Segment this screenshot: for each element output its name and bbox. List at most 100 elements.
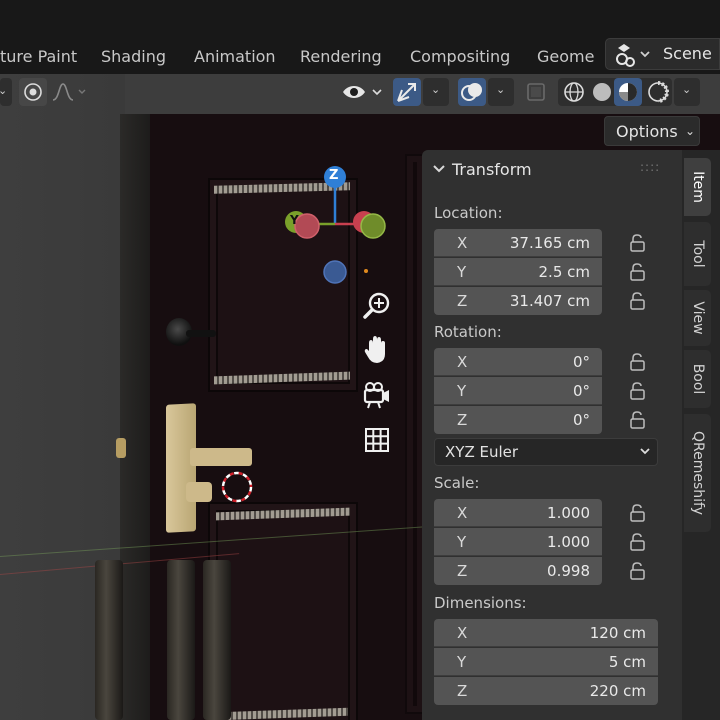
lock-icon[interactable] xyxy=(627,291,649,311)
tab-view[interactable]: View xyxy=(684,290,711,346)
scale-x-field[interactable]: X 1.000 xyxy=(434,499,602,527)
drag-handle-icon[interactable]: :::: xyxy=(640,160,660,174)
location-y-field[interactable]: Y 2.5 cm xyxy=(434,258,602,286)
tab-bool[interactable]: Bool xyxy=(684,350,711,408)
field-value: 0.998 xyxy=(547,562,590,580)
scale-y-field[interactable]: Y 1.000 xyxy=(434,528,602,556)
axis-label: Y xyxy=(457,382,467,400)
material-shading-button[interactable] xyxy=(614,78,642,106)
axis-label: Z xyxy=(457,411,468,429)
lock-icon[interactable] xyxy=(627,561,649,581)
rotation-label: Rotation: xyxy=(434,323,502,341)
rendered-shading-icon[interactable] xyxy=(644,78,672,106)
lock-icon[interactable] xyxy=(627,503,649,523)
zoom-button[interactable] xyxy=(360,288,394,322)
location-label: Location: xyxy=(434,204,503,222)
overlays-dropdown[interactable]: ⌄ xyxy=(488,78,514,106)
latch-bolt xyxy=(190,448,252,466)
field-value: 1.000 xyxy=(547,504,590,522)
transform-panel: Transform :::: Location: X 37.165 cm Y 2… xyxy=(422,150,682,720)
field-value: 0° xyxy=(572,353,590,371)
rotation-mode-select[interactable]: XYZ Euler xyxy=(434,438,658,466)
scene-name[interactable]: Scene xyxy=(663,44,712,63)
location-z-field[interactable]: Z 31.407 cm xyxy=(434,287,602,315)
chevron-down-icon: ⌄ xyxy=(431,83,441,96)
workspace-tab-rendering[interactable]: Rendering xyxy=(300,46,382,68)
lock-icon[interactable] xyxy=(627,381,649,401)
shading-dropdown[interactable]: ⌄ xyxy=(674,78,700,106)
location-x-field[interactable]: X 37.165 cm xyxy=(434,229,602,257)
ortho-toggle-button[interactable] xyxy=(360,423,394,457)
field-value: 0° xyxy=(572,382,590,400)
lock-icon[interactable] xyxy=(627,352,649,372)
gizmo-dropdown[interactable]: ⌄ xyxy=(423,78,449,106)
tab-item[interactable]: Item xyxy=(684,158,711,216)
workspace-tab-compositing[interactable]: Compositing xyxy=(410,46,510,68)
tab-label: Tool xyxy=(689,240,706,268)
visibility-dropdown[interactable] xyxy=(340,78,386,106)
rotation-mode-value: XYZ Euler xyxy=(445,443,519,461)
lock-icon[interactable] xyxy=(627,262,649,282)
rotation-x-field[interactable]: X 0° xyxy=(434,348,602,376)
tab-qremeshify[interactable]: QRemeshify xyxy=(684,414,711,532)
sidebar-tabs: Item Tool View Bool QRemeshify xyxy=(682,150,720,720)
latch-bolt-lower xyxy=(186,482,212,502)
scene-type-button[interactable] xyxy=(610,42,654,68)
header-dropdown-left[interactable]: ⌄ xyxy=(0,78,12,106)
chevron-down-icon: ⌄ xyxy=(496,83,506,96)
axis-label: X xyxy=(457,353,468,371)
collapse-arrow-icon[interactable] xyxy=(432,162,446,180)
camera-view-button[interactable] xyxy=(360,378,394,412)
solid-shading-icon[interactable] xyxy=(588,78,616,106)
scene-icon xyxy=(616,44,650,67)
overlays-toggle-button[interactable] xyxy=(458,78,486,106)
dimensions-z-field[interactable]: Z 220 cm xyxy=(434,677,658,705)
rotation-z-field[interactable]: Z 0° xyxy=(434,406,602,434)
axis-label: Y xyxy=(457,533,467,551)
pan-button[interactable] xyxy=(360,333,394,367)
3d-cursor-icon[interactable] xyxy=(220,470,254,504)
rotation-y-field[interactable]: Y 0° xyxy=(434,377,602,405)
dimensions-y-field[interactable]: Y 5 cm xyxy=(434,648,658,676)
gizmo-z-label: Z xyxy=(329,168,339,183)
chevron-down-icon xyxy=(639,445,651,460)
navigation-gizmo[interactable]: Z Y xyxy=(280,160,390,290)
camera-icon xyxy=(363,382,389,409)
axis-label: X xyxy=(457,504,468,522)
options-dropdown[interactable]: Options ⌄ xyxy=(604,116,700,146)
axis-label: Y xyxy=(457,263,467,281)
proportional-edit-button[interactable] xyxy=(19,78,47,106)
axis-label: X xyxy=(457,624,468,642)
panel-title: Transform xyxy=(452,160,532,179)
hand-icon xyxy=(364,336,385,363)
xray-toggle-button[interactable] xyxy=(522,78,550,106)
handle-rail-right xyxy=(203,560,231,720)
chevron-down-icon: ⌄ xyxy=(682,83,692,96)
gizmo-toggle-button[interactable] xyxy=(393,78,421,106)
field-value: 37.165 cm xyxy=(509,234,590,252)
latch-plate xyxy=(166,403,196,533)
scene-selector[interactable]: Scene xyxy=(605,38,720,70)
workspace-tab-texture-paint[interactable]: ture Paint xyxy=(0,46,77,68)
zoom-icon xyxy=(363,292,390,319)
transform-gizmo-icon xyxy=(397,83,416,102)
wireframe-shading-icon[interactable] xyxy=(560,78,588,106)
lock-icon[interactable] xyxy=(627,410,649,430)
door-knob-lever xyxy=(186,330,216,337)
transform-panel-header[interactable]: Transform :::: xyxy=(422,150,682,188)
lock-icon[interactable] xyxy=(627,532,649,552)
workspace-tab-animation[interactable]: Animation xyxy=(194,46,276,68)
falloff-dropdown[interactable] xyxy=(49,78,89,106)
workspace-tab-shading[interactable]: Shading xyxy=(101,46,166,68)
tab-label: Bool xyxy=(689,363,706,395)
axis-label: Y xyxy=(457,653,467,671)
scale-z-field[interactable]: Z 0.998 xyxy=(434,557,602,585)
tab-label: QRemeshify xyxy=(689,430,706,516)
workspace-tab-geometry[interactable]: Geome xyxy=(537,46,594,68)
handle-rail-left xyxy=(95,560,123,720)
dimensions-x-field[interactable]: X 120 cm xyxy=(434,619,658,647)
lock-icon[interactable] xyxy=(627,233,649,253)
tab-tool[interactable]: Tool xyxy=(684,222,711,286)
field-value: 0° xyxy=(572,411,590,429)
field-value: 120 cm xyxy=(589,624,646,642)
